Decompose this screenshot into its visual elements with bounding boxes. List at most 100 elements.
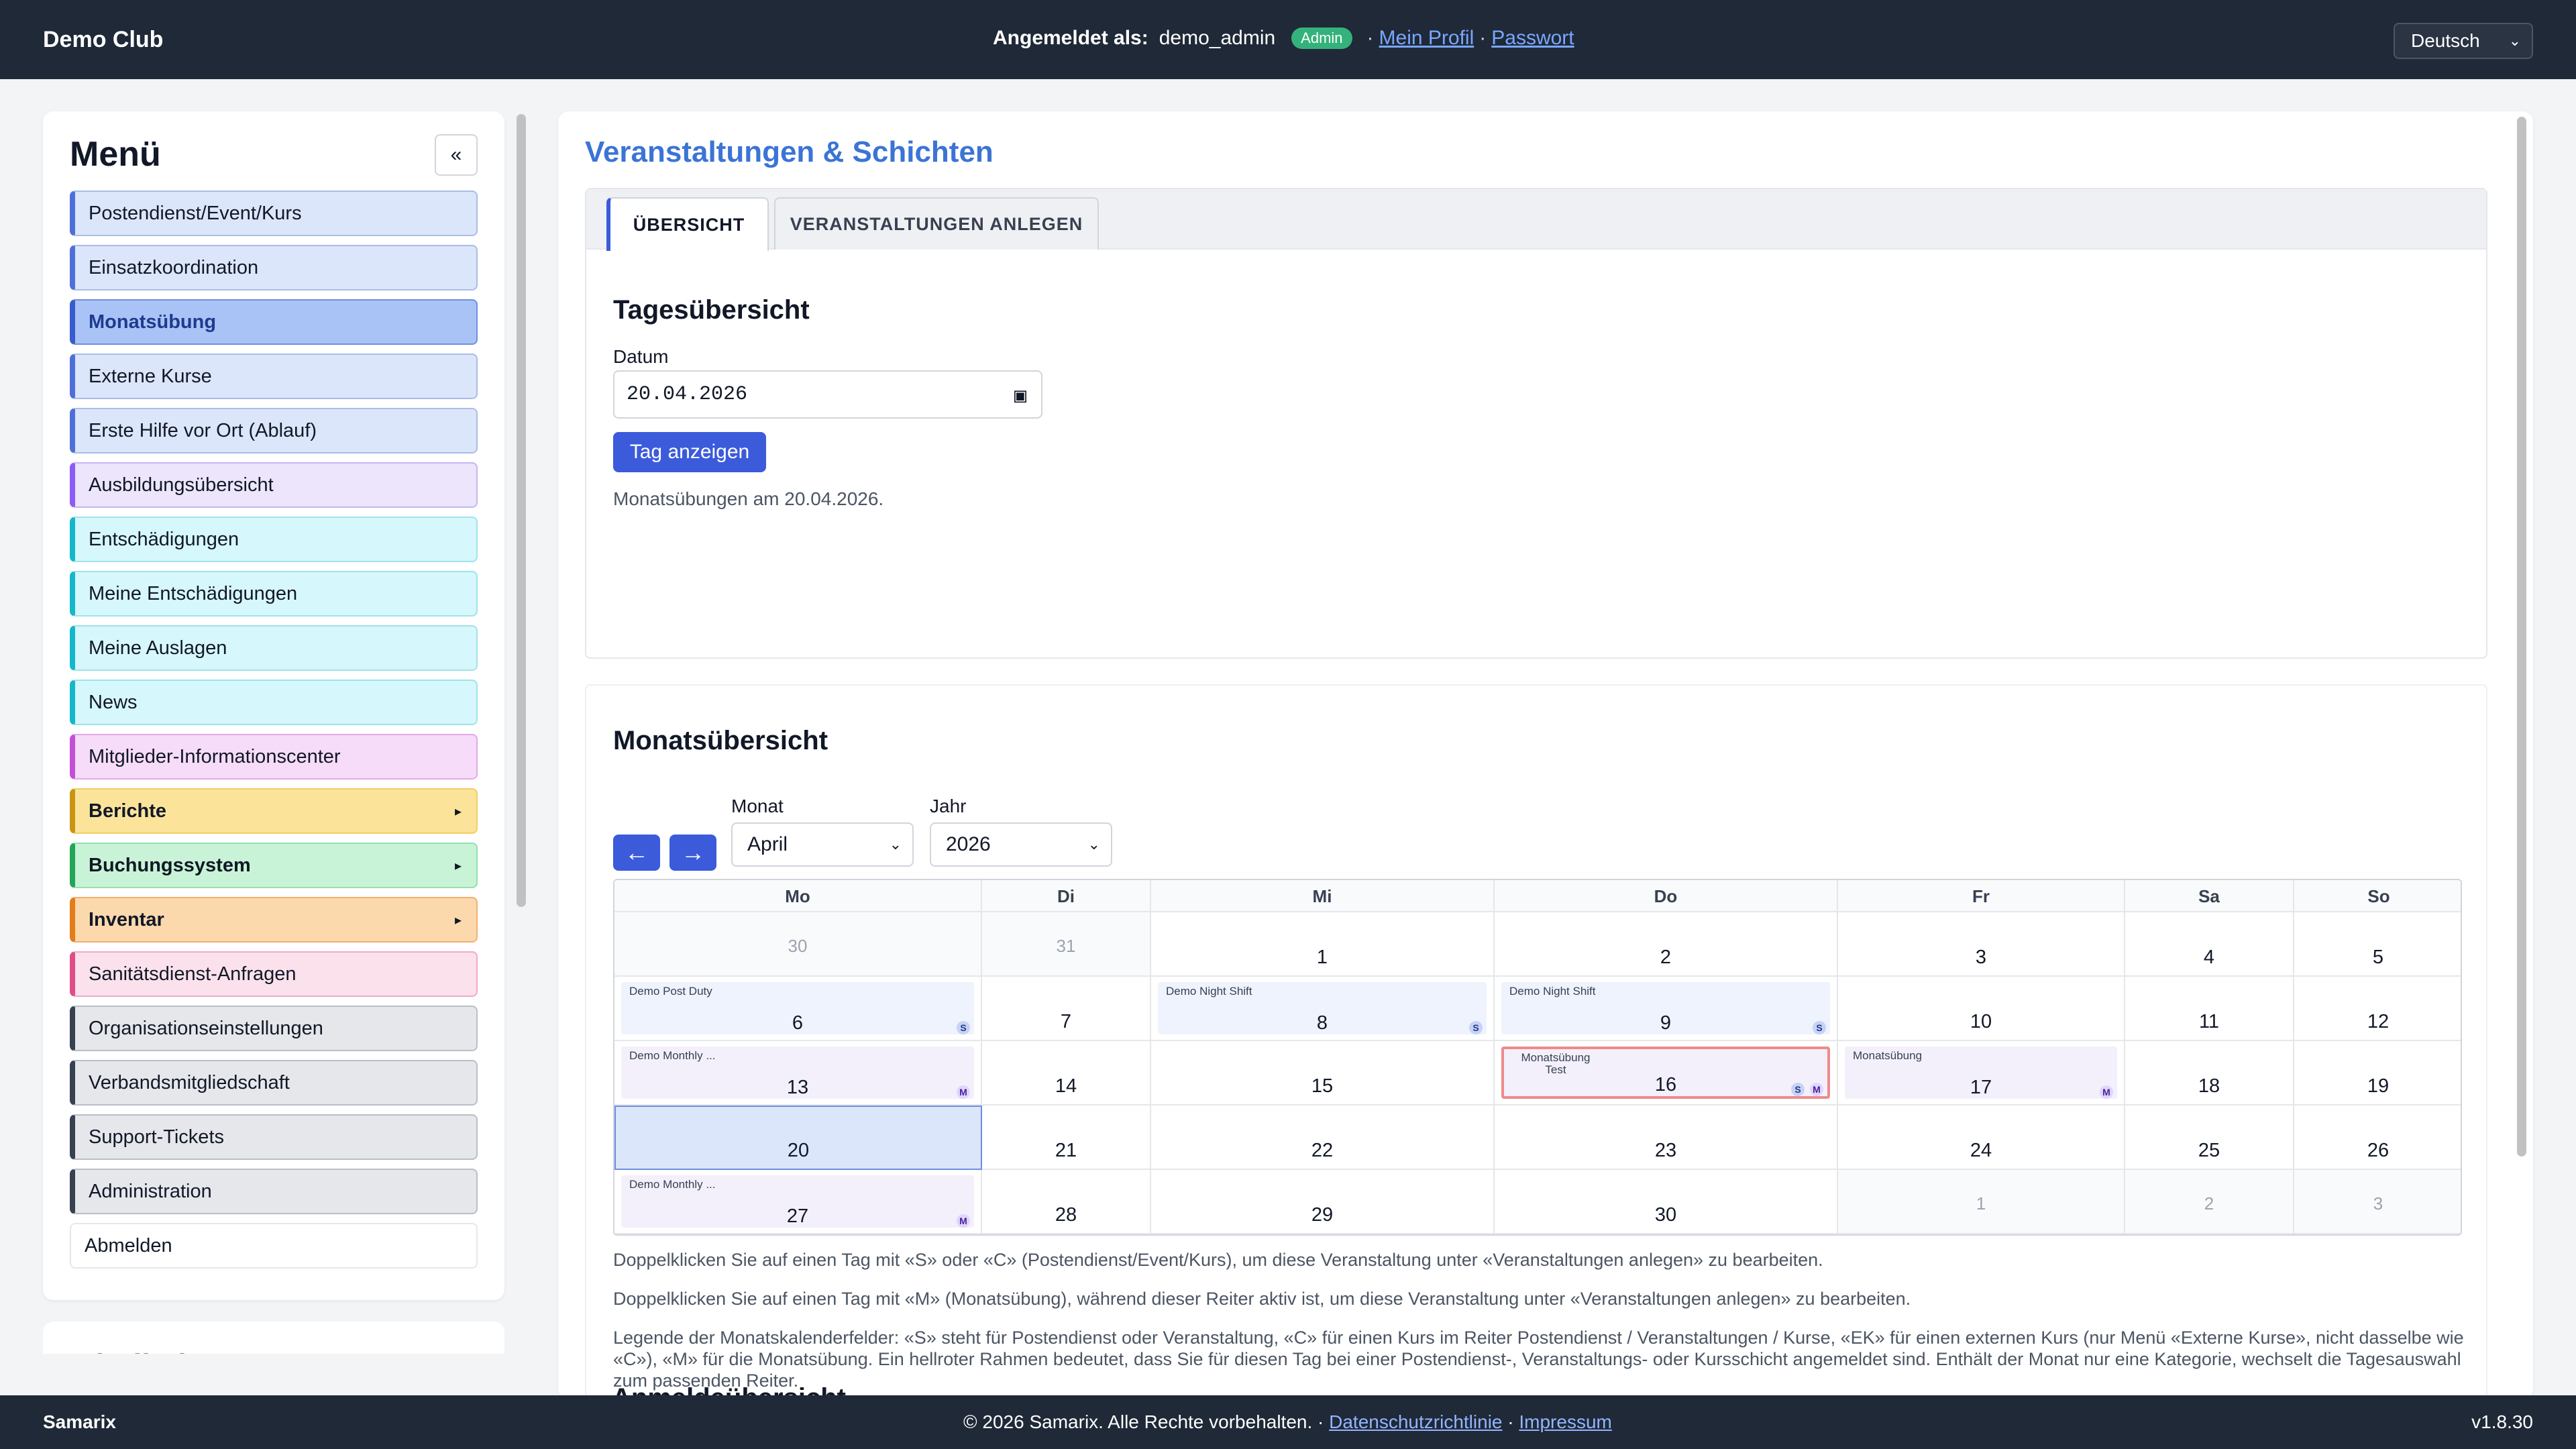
calendar-event[interactable]: Monatsübung 17 M <box>1845 1046 2117 1099</box>
calendar-day[interactable]: 21 <box>982 1106 1151 1170</box>
calendar-day[interactable]: 31 <box>982 912 1151 977</box>
calendar-day[interactable]: 15 <box>1151 1041 1495 1106</box>
sidebar-item-meine-auslagen[interactable]: Meine Auslagen <box>70 625 478 671</box>
sidebar-item-verband[interactable]: Verbandsmitgliedschaft <box>70 1060 478 1106</box>
collapse-sidebar-button[interactable]: « <box>435 134 478 176</box>
weekday-header: Di <box>982 880 1151 912</box>
sidebar-item-ausbildung[interactable]: Ausbildungsübersicht <box>70 462 478 508</box>
calendar-day[interactable]: 30 <box>1495 1170 1838 1234</box>
language-value: Deutsch <box>2411 30 2480 51</box>
calendar-day[interactable]: 11 <box>2125 977 2294 1041</box>
month-value: April <box>747 833 788 855</box>
calendar-day[interactable]: 5 <box>2294 912 2461 977</box>
sidebar-item-entschaedigungen[interactable]: Entschädigungen <box>70 517 478 562</box>
day-number: 24 <box>1970 1140 1992 1161</box>
language-select[interactable]: Deutsch ⌄ <box>2394 23 2533 59</box>
calendar-day[interactable]: 30 <box>614 912 982 977</box>
sidebar-item-label: Entschädigungen <box>89 528 239 550</box>
imprint-link[interactable]: Impressum <box>1519 1411 1611 1432</box>
chevron-right-icon: ▸ <box>454 913 462 928</box>
calendar-day[interactable]: Monatsübung 17 M <box>1838 1041 2125 1106</box>
sidebar-item-externe-kurse[interactable]: Externe Kurse <box>70 354 478 399</box>
member-panel-title: Mitglied <box>70 1347 186 1354</box>
year-select[interactable]: 2026 ⌄ <box>930 822 1112 867</box>
calendar-day[interactable]: 19 <box>2294 1041 2461 1106</box>
sidebar-item-label: Administration <box>89 1180 212 1202</box>
privacy-link[interactable]: Datenschutzrichtlinie <box>1329 1411 1502 1432</box>
day-number: 20 <box>787 1140 810 1161</box>
sidebar-item-label: Support-Tickets <box>89 1126 224 1148</box>
day-number: 1 <box>1976 1193 1986 1214</box>
calendar-day[interactable]: 10 <box>1838 977 2125 1041</box>
calendar-day[interactable]: 7 <box>982 977 1151 1041</box>
event-label: Demo Night Shift <box>1509 985 1596 998</box>
calendar-day[interactable]: 3 <box>2294 1170 2461 1234</box>
sidebar-item-postendienst[interactable]: Postendienst/Event/Kurs <box>70 191 478 236</box>
sidebar-item-sanitaetsdienst[interactable]: Sanitätsdienst-Anfragen <box>70 951 478 997</box>
sidebar-item-inventar[interactable]: Inventar ▸ <box>70 897 478 943</box>
calendar-event[interactable]: Monatsübung Test 16 S M <box>1501 1046 1830 1099</box>
day-number: 2 <box>1660 947 1672 968</box>
calendar-day[interactable]: Monatsübung Test 16 S M <box>1495 1041 1838 1106</box>
sidebar-item-einsatzkoordination[interactable]: Einsatzkoordination <box>70 245 478 290</box>
calendar-day[interactable]: 3 <box>1838 912 2125 977</box>
calendar-day[interactable]: Demo Night Shift 8 S <box>1151 977 1495 1041</box>
calendar-day[interactable]: 26 <box>2294 1106 2461 1170</box>
brand-name[interactable]: Demo Club <box>43 27 163 53</box>
calendar-icon[interactable]: ▣ <box>1014 384 1026 409</box>
next-month-button[interactable]: → <box>669 835 716 871</box>
calendar-day[interactable]: 25 <box>2125 1106 2294 1170</box>
sidebar-item-meine-entschaedigungen[interactable]: Meine Entschädigungen <box>70 571 478 616</box>
calendar-day[interactable]: 14 <box>982 1041 1151 1106</box>
calendar-day[interactable]: 18 <box>2125 1041 2294 1106</box>
sidebar-item-label: Externe Kurse <box>89 365 212 387</box>
calendar-day[interactable]: 1 <box>1838 1170 2125 1234</box>
prev-month-button[interactable]: ← <box>613 835 660 871</box>
calendar-day[interactable]: Demo Night Shift 9 S <box>1495 977 1838 1041</box>
calendar-day[interactable]: 2 <box>2125 1170 2294 1234</box>
sidebar-item-news[interactable]: News <box>70 680 478 725</box>
tab-uebersicht[interactable]: ÜBERSICHT <box>606 197 769 251</box>
calendar-day[interactable]: 20 <box>614 1106 982 1170</box>
calendar-day[interactable]: Demo Monthly ... 27 M <box>614 1170 982 1234</box>
calendar-event[interactable]: Demo Monthly ... 27 M <box>621 1175 974 1228</box>
sidebar-item-erste-hilfe[interactable]: Erste Hilfe vor Ort (Ablauf) <box>70 408 478 453</box>
sidebar-item-label: Ausbildungsübersicht <box>89 474 274 496</box>
sidebar-item-berichte[interactable]: Berichte ▸ <box>70 788 478 834</box>
username: demo_admin <box>1159 27 1276 49</box>
tab-veranstaltungen-anlegen[interactable]: VERANSTALTUNGEN ANLEGEN <box>774 197 1099 250</box>
calendar-event[interactable]: Demo Night Shift 9 S <box>1501 982 1830 1034</box>
calendar-day[interactable]: 2 <box>1495 912 1838 977</box>
calendar-day[interactable]: 24 <box>1838 1106 2125 1170</box>
sidebar-item-administration[interactable]: Administration <box>70 1169 478 1214</box>
calendar-event[interactable]: Demo Night Shift 8 S <box>1158 982 1487 1034</box>
calendar-day[interactable]: 28 <box>982 1170 1151 1234</box>
calendar-day[interactable]: Demo Post Duty 6 S <box>614 977 982 1041</box>
calendar-event[interactable]: Demo Post Duty 6 S <box>621 982 974 1034</box>
date-input[interactable]: 20.04.2026 ▣ <box>613 370 1042 419</box>
sidebar-scrollbar[interactable] <box>517 114 526 907</box>
help-text-m: Doppelklicken Sie auf einen Tag mit «M» … <box>613 1289 1911 1309</box>
calendar-day[interactable]: 4 <box>2125 912 2294 977</box>
show-day-button[interactable]: Tag anzeigen <box>613 432 766 472</box>
calendar-day[interactable]: Demo Monthly ... 13 M <box>614 1041 982 1106</box>
day-number: 11 <box>2198 1011 2220 1032</box>
day-info-text: Monatsübungen am 20.04.2026. <box>613 488 884 509</box>
password-link[interactable]: Passwort <box>1491 27 1574 50</box>
sidebar-item-label: Sanitätsdienst-Anfragen <box>89 963 297 985</box>
profile-link[interactable]: Mein Profil <box>1379 27 1474 50</box>
month-select[interactable]: April ⌄ <box>731 822 914 867</box>
calendar-day[interactable]: 1 <box>1151 912 1495 977</box>
sidebar-item-monatsuebung[interactable]: Monatsübung <box>70 299 478 345</box>
calendar-event[interactable]: Demo Monthly ... 13 M <box>621 1046 974 1099</box>
calendar-day[interactable]: 22 <box>1151 1106 1495 1170</box>
sidebar-item-mitglieder-info[interactable]: Mitglieder-Informationscenter <box>70 734 478 780</box>
sidebar-item-support[interactable]: Support-Tickets <box>70 1114 478 1160</box>
sidebar-item-organisation[interactable]: Organisationseinstellungen <box>70 1006 478 1051</box>
sidebar-item-abmelden[interactable]: Abmelden <box>70 1223 478 1269</box>
main-scrollbar[interactable] <box>2517 117 2526 1157</box>
calendar-day[interactable]: 23 <box>1495 1106 1838 1170</box>
calendar-day[interactable]: 29 <box>1151 1170 1495 1234</box>
sidebar-item-buchungssystem[interactable]: Buchungssystem ▸ <box>70 843 478 888</box>
calendar-day[interactable]: 12 <box>2294 977 2461 1041</box>
